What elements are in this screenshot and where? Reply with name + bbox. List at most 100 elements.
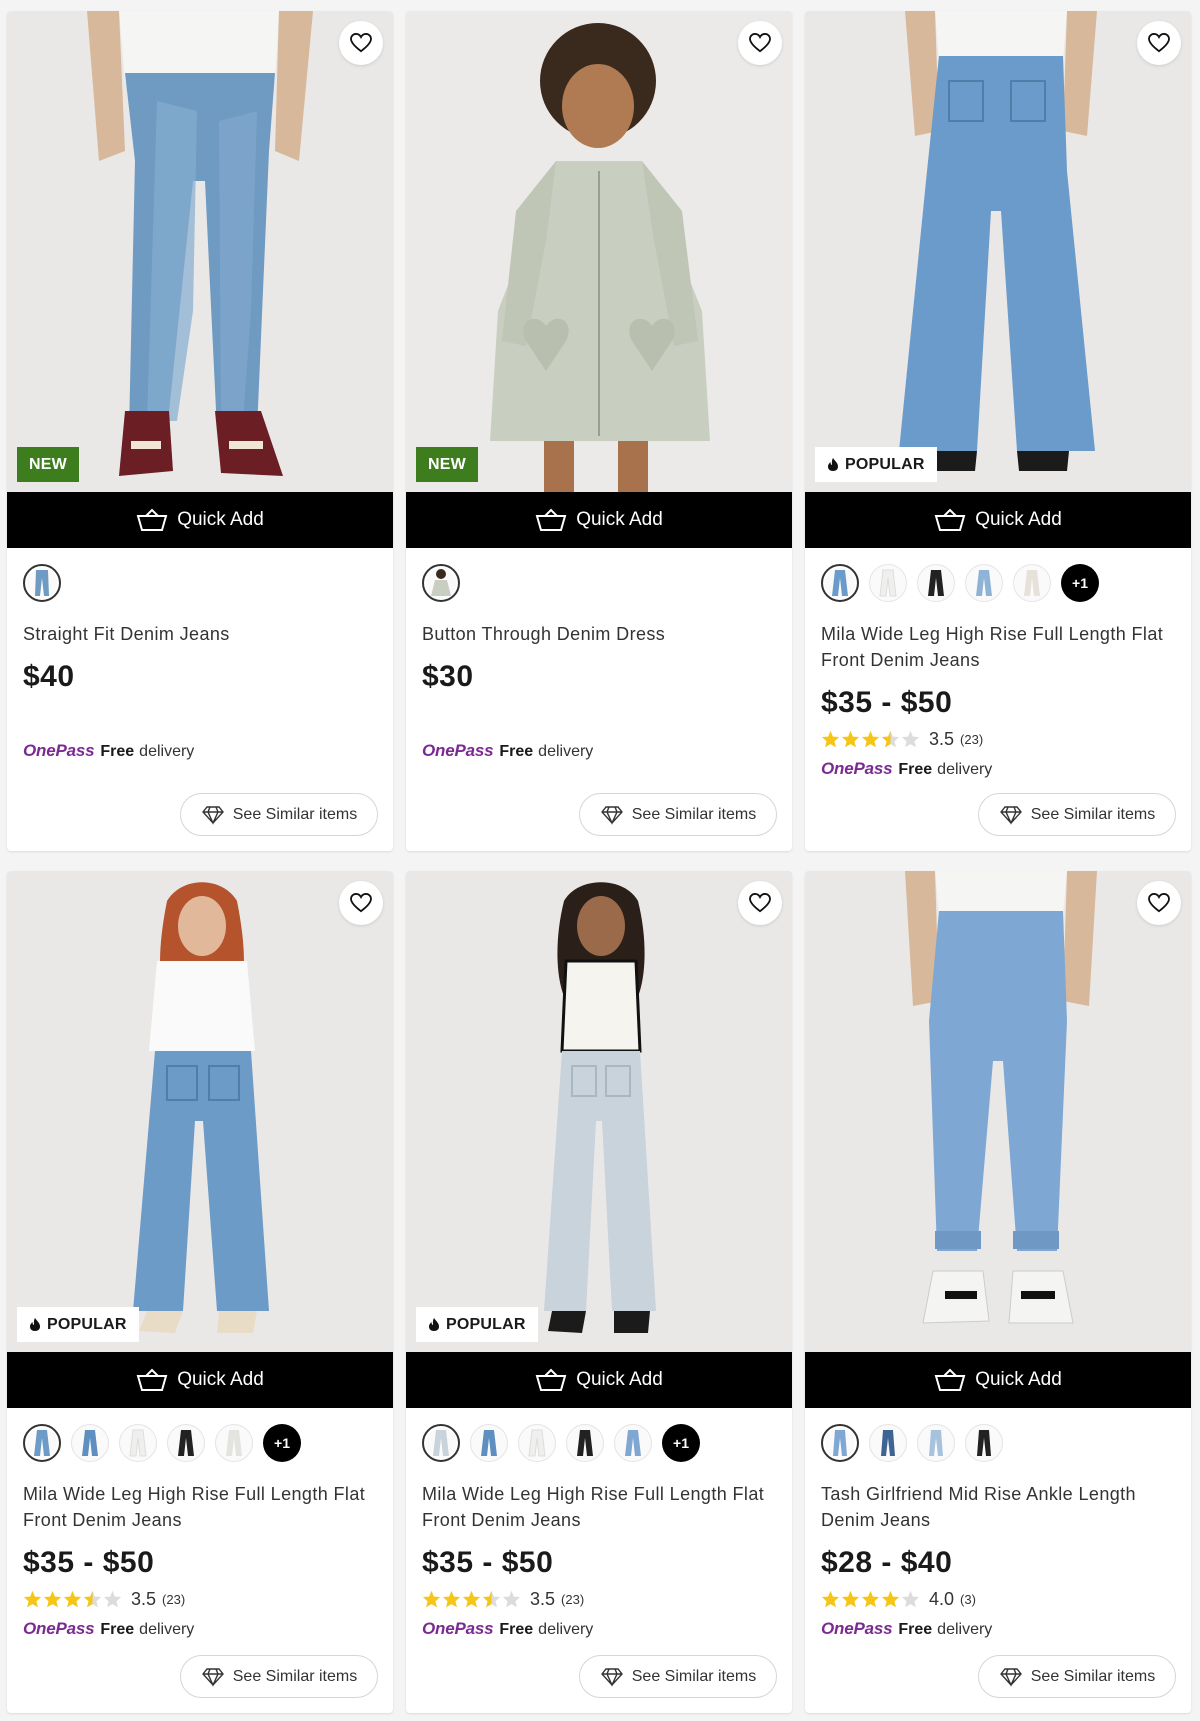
colour-swatches	[422, 564, 776, 602]
badge-label: POPULAR	[47, 1315, 127, 1333]
see-similar-button[interactable]: See Similar items	[579, 793, 777, 836]
star-empty-icon	[103, 1590, 122, 1608]
delivery-label: delivery	[139, 1621, 195, 1638]
wishlist-button[interactable]	[339, 881, 383, 925]
see-similar-label: See Similar items	[1030, 805, 1156, 823]
product-card[interactable]: NEW Quick Add Button Through Denim Dress…	[406, 11, 792, 851]
swatch-white[interactable]	[869, 564, 907, 602]
product-name[interactable]: Mila Wide Leg High Rise Full Length Flat…	[422, 1481, 776, 1533]
more-colours-button[interactable]: +1	[1061, 564, 1099, 602]
swatch-mid-blue[interactable]	[821, 1424, 859, 1462]
product-image[interactable]: POPULAR	[406, 871, 792, 1352]
onepass-delivery: OnePass Free delivery	[821, 1619, 1175, 1641]
heart-icon	[749, 893, 771, 913]
product-price: $35 - $50	[422, 1546, 554, 1579]
onepass-logo: OnePass	[23, 741, 95, 760]
swatch-light-blue[interactable]	[71, 1424, 109, 1462]
jeans-thumb	[928, 570, 944, 596]
swatch-black[interactable]	[917, 564, 955, 602]
product-image[interactable]: NEW	[406, 11, 792, 492]
new-badge: NEW	[416, 447, 478, 482]
heart-icon	[749, 33, 771, 53]
see-similar-button[interactable]: See Similar items	[579, 1655, 777, 1698]
swatch-pale-grey[interactable]	[422, 1424, 460, 1462]
swatch-dark-blue[interactable]	[869, 1424, 907, 1462]
swatch-mid-blue[interactable]	[23, 1424, 61, 1462]
product-name[interactable]: Straight Fit Denim Jeans	[23, 621, 377, 647]
popular-badge: POPULAR	[815, 447, 937, 482]
product-name[interactable]: Mila Wide Leg High Rise Full Length Flat…	[23, 1481, 377, 1533]
star-full-icon	[861, 1590, 880, 1608]
see-similar-button[interactable]: See Similar items	[978, 1655, 1176, 1698]
swatch-mid-blue[interactable]	[470, 1424, 508, 1462]
quick-add-button[interactable]: Quick Add	[7, 492, 393, 548]
quick-add-button[interactable]: Quick Add	[805, 1352, 1191, 1408]
swatch-sage[interactable]	[422, 564, 460, 602]
star-rating	[821, 1590, 920, 1608]
wishlist-button[interactable]	[339, 21, 383, 65]
swatch-mid-blue[interactable]	[821, 564, 859, 602]
see-similar-label: See Similar items	[631, 805, 757, 823]
wishlist-button[interactable]	[1137, 881, 1181, 925]
swatch-white[interactable]	[119, 1424, 157, 1462]
product-image[interactable]: POPULAR	[805, 11, 1191, 492]
product-card[interactable]: POPULAR Quick Add +1 Mila Wide Leg High …	[406, 871, 792, 1713]
rating-value: 3.5	[131, 1588, 157, 1609]
swatch-light-blue[interactable]	[917, 1424, 955, 1462]
product-image[interactable]: POPULAR	[7, 871, 393, 1352]
delivery-label: delivery	[937, 761, 993, 778]
wishlist-button[interactable]	[738, 21, 782, 65]
colour-swatches: +1	[422, 1424, 776, 1462]
swatch-ecru[interactable]	[1013, 564, 1051, 602]
product-image[interactable]: NEW	[7, 11, 393, 492]
star-rating	[422, 1590, 521, 1608]
wishlist-button[interactable]	[738, 881, 782, 925]
product-name[interactable]: Mila Wide Leg High Rise Full Length Flat…	[821, 621, 1175, 673]
product-image[interactable]	[805, 871, 1191, 1352]
product-photo-wide-leg-jeans	[7, 871, 393, 1352]
more-colours-button[interactable]: +1	[662, 1424, 700, 1462]
product-price: $28 - $40	[821, 1546, 953, 1579]
jeans-thumb	[577, 1430, 593, 1456]
swatch-light-blue[interactable]	[614, 1424, 652, 1462]
star-empty-icon	[901, 1590, 920, 1608]
product-name[interactable]: Button Through Denim Dress	[422, 621, 776, 647]
rating-value: 3.5	[530, 1588, 556, 1609]
free-label: Free	[100, 1621, 135, 1638]
swatch-black[interactable]	[566, 1424, 604, 1462]
product-name[interactable]: Tash Girlfriend Mid Rise Ankle Length De…	[821, 1481, 1175, 1533]
quick-add-button[interactable]: Quick Add	[805, 492, 1191, 548]
swatch-mid-blue[interactable]	[23, 564, 61, 602]
quick-add-button[interactable]: Quick Add	[406, 492, 792, 548]
see-similar-button[interactable]: See Similar items	[180, 793, 378, 836]
jeans-thumb	[433, 1430, 449, 1456]
product-photo-man-straight-jeans	[7, 11, 393, 492]
product-card[interactable]: POPULAR Quick Add +1 Mila Wide Leg High …	[805, 11, 1191, 851]
diamond-icon	[201, 805, 224, 825]
wishlist-button[interactable]	[1137, 21, 1181, 65]
see-similar-button[interactable]: See Similar items	[978, 793, 1176, 836]
quick-add-button[interactable]: Quick Add	[7, 1352, 393, 1408]
product-card[interactable]: POPULAR Quick Add +1 Mila Wide Leg High …	[7, 871, 393, 1713]
swatch-ecru[interactable]	[215, 1424, 253, 1462]
more-colours-button[interactable]: +1	[263, 1424, 301, 1462]
product-card[interactable]: NEW Quick Add Straight Fit Denim Jeans $…	[7, 11, 393, 851]
see-similar-label: See Similar items	[232, 805, 358, 823]
badge-label: POPULAR	[446, 1315, 526, 1333]
basket-icon	[136, 1368, 168, 1391]
product-card[interactable]: Quick Add Tash Girlfriend Mid Rise Ankle…	[805, 871, 1191, 1713]
swatch-white[interactable]	[518, 1424, 556, 1462]
swatch-black[interactable]	[965, 1424, 1003, 1462]
swatch-light-blue[interactable]	[965, 564, 1003, 602]
basket-icon	[934, 508, 966, 531]
basket-icon	[934, 1368, 966, 1391]
see-similar-button[interactable]: See Similar items	[180, 1655, 378, 1698]
delivery-label: delivery	[139, 743, 195, 760]
heart-icon	[1148, 33, 1170, 53]
quick-add-button[interactable]: Quick Add	[406, 1352, 792, 1408]
star-half-icon	[881, 730, 900, 748]
swatch-black[interactable]	[167, 1424, 205, 1462]
jeans-thumb	[832, 570, 848, 596]
star-rating	[821, 730, 920, 748]
diamond-icon	[201, 1667, 224, 1687]
